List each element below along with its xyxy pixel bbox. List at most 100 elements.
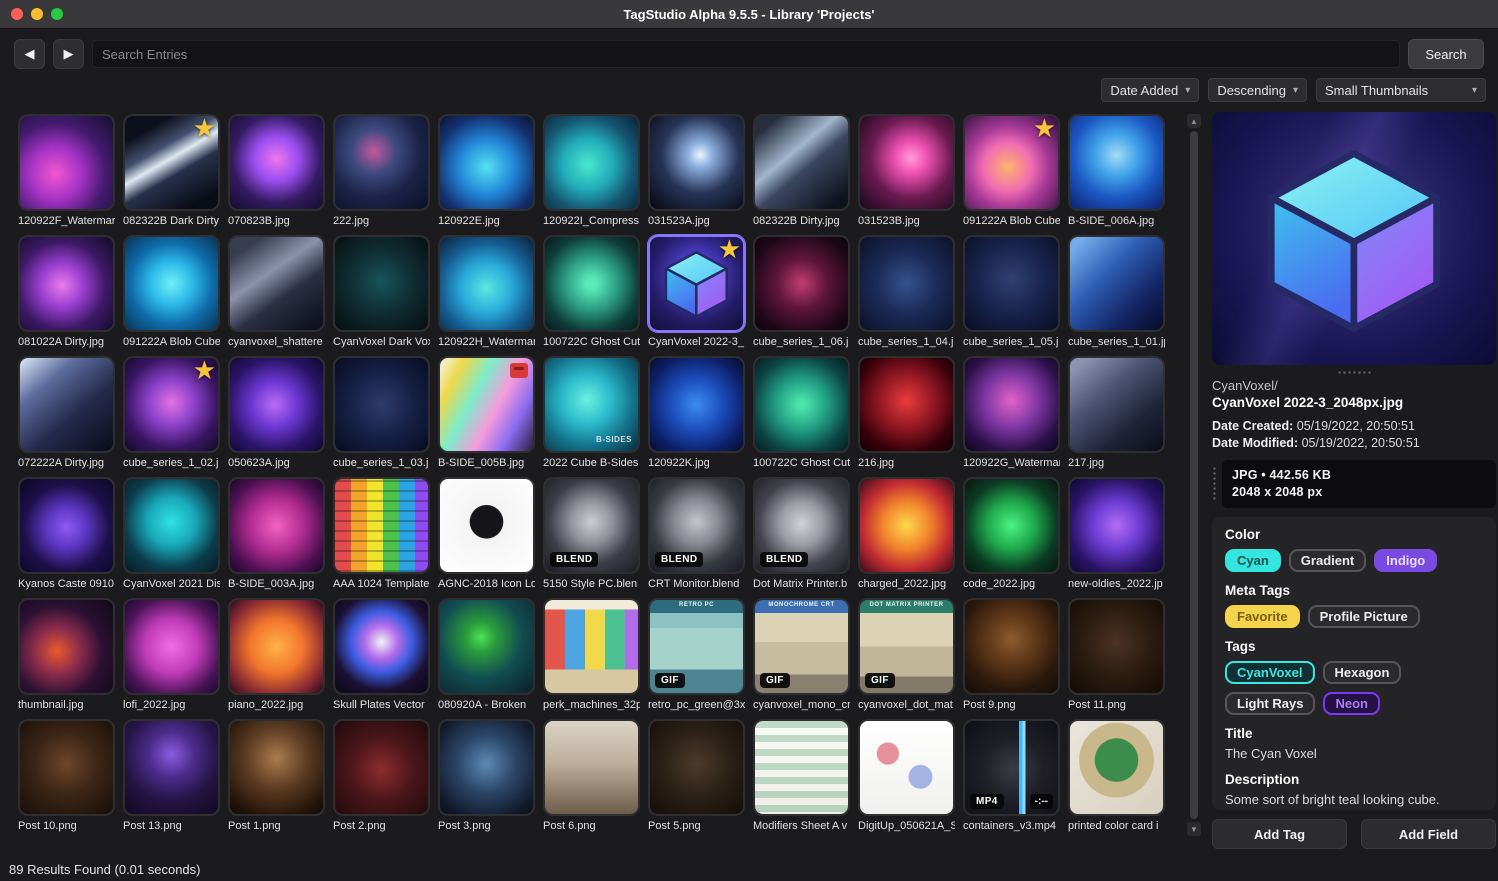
grid-item[interactable]: 120922F_Watermarl: [18, 114, 115, 229]
tag-chip[interactable]: Light Rays: [1225, 692, 1315, 715]
grid-item[interactable]: ★ CyanVoxel 2022-3_: [648, 235, 745, 350]
grid-item[interactable]: DigitUp_050621A_S: [858, 719, 955, 834]
thumbnail-image[interactable]: [543, 114, 640, 211]
thumbnail-image[interactable]: [543, 719, 640, 816]
grid-item[interactable]: BLEND CRT Monitor.blend: [648, 477, 745, 592]
grid-item[interactable]: 091222A Blob Cube: [123, 235, 220, 350]
sort-field-dropdown[interactable]: Date Added ▾: [1101, 78, 1199, 102]
tag-chip[interactable]: CyanVoxel: [1225, 661, 1315, 684]
grid-item[interactable]: BLEND Dot Matrix Printer.b: [753, 477, 850, 592]
thumbnail-image[interactable]: [963, 356, 1060, 453]
grid-item[interactable]: 050623A.jpg: [228, 356, 325, 471]
add-field-button[interactable]: Add Field: [1361, 819, 1496, 849]
tag-chip[interactable]: Hexagon: [1323, 661, 1402, 684]
grid-item[interactable]: Post 10.png: [18, 719, 115, 834]
thumbnail-image[interactable]: [18, 719, 115, 816]
thumbnail-image[interactable]: [963, 235, 1060, 332]
thumbnail-image[interactable]: [438, 719, 535, 816]
grid-item[interactable]: Modifiers Sheet A v: [753, 719, 850, 834]
scroll-down-button[interactable]: ▼: [1187, 822, 1201, 836]
grid-item[interactable]: charged_2022.jpg: [858, 477, 955, 592]
thumbnail-image[interactable]: [123, 598, 220, 695]
thumbnail-image[interactable]: [438, 114, 535, 211]
grid-item[interactable]: RETRO PC GIF retro_pc_green@3x: [648, 598, 745, 713]
thumbnail-image[interactable]: [228, 477, 325, 574]
grid-item[interactable]: DOT MATRIX PRINTER GIF cyanvoxel_dot_mat: [858, 598, 955, 713]
thumbnail-image[interactable]: [1068, 477, 1165, 574]
thumbnail-image[interactable]: MP4 -:--: [963, 719, 1060, 816]
grid-item[interactable]: Skull Plates Vector: [333, 598, 430, 713]
thumbnail-image[interactable]: BLEND: [648, 477, 745, 574]
thumbnail-image[interactable]: [1068, 719, 1165, 816]
thumbnail-image[interactable]: BLEND: [543, 477, 640, 574]
grid-item[interactable]: 120922I_Compress: [543, 114, 640, 229]
thumbnail-image[interactable]: [753, 235, 850, 332]
grid-item[interactable]: Post 6.png: [543, 719, 640, 834]
thumbnail-image[interactable]: B-SIDES: [543, 356, 640, 453]
thumbnail-image[interactable]: [18, 477, 115, 574]
grid-item[interactable]: ★ cube_series_1_02.j: [123, 356, 220, 471]
grid-item[interactable]: B-SIDE_006A.jpg: [1068, 114, 1165, 229]
thumbnail-image[interactable]: BLEND: [753, 477, 850, 574]
thumbnail-image[interactable]: [1068, 356, 1165, 453]
grid-item[interactable]: ★ 082322B Dark Dirty: [123, 114, 220, 229]
thumbnail-image[interactable]: [1068, 114, 1165, 211]
tag-chip[interactable]: Gradient: [1289, 549, 1366, 572]
thumbnail-image[interactable]: ★: [648, 235, 745, 332]
grid-item[interactable]: Post 5.png: [648, 719, 745, 834]
scrollbar-thumb[interactable]: [1190, 131, 1198, 819]
thumbnail-image[interactable]: ★: [963, 114, 1060, 211]
thumbnail-image[interactable]: [1068, 235, 1165, 332]
thumbnail-image[interactable]: [858, 114, 955, 211]
thumbnail-image[interactable]: [228, 235, 325, 332]
forward-button[interactable]: ▶: [53, 39, 84, 69]
grid-item[interactable]: lofi_2022.jpg: [123, 598, 220, 713]
thumbnail-image[interactable]: [543, 598, 640, 695]
grid-item[interactable]: MP4 -:-- containers_v3.mp4: [963, 719, 1060, 834]
thumbnail-image[interactable]: [18, 235, 115, 332]
grid-item[interactable]: 082322B Dirty.jpg: [753, 114, 850, 229]
grid-item[interactable]: cyanvoxel_shattere: [228, 235, 325, 350]
thumbnail-image[interactable]: [228, 356, 325, 453]
thumbnail-image[interactable]: [1068, 598, 1165, 695]
grid-item[interactable]: AGNC-2018 Icon Lo: [438, 477, 535, 592]
thumbnail-image[interactable]: [333, 356, 430, 453]
grid-item[interactable]: MONOCHROME CRT GIF cyanvoxel_mono_cr: [753, 598, 850, 713]
thumbnail-image[interactable]: MONOCHROME CRT GIF: [753, 598, 850, 695]
traffic-light[interactable]: [31, 8, 43, 20]
grid-item[interactable]: B-SIDES 2022 Cube B-Sides: [543, 356, 640, 471]
thumbnail-image[interactable]: [333, 477, 430, 574]
thumbnail-image[interactable]: ★: [123, 114, 220, 211]
thumbnail-image[interactable]: [123, 719, 220, 816]
grid-item[interactable]: cube_series_1_01.jp: [1068, 235, 1165, 350]
thumbnail-image[interactable]: [543, 235, 640, 332]
thumbnail-image[interactable]: [333, 719, 430, 816]
grid-item[interactable]: piano_2022.jpg: [228, 598, 325, 713]
grid-item[interactable]: printed color card i: [1068, 719, 1165, 834]
thumbnail-image[interactable]: [333, 598, 430, 695]
tag-chip[interactable]: Cyan: [1225, 549, 1281, 572]
thumbnail-image[interactable]: [438, 598, 535, 695]
grid-item[interactable]: cube_series_1_03.j: [333, 356, 430, 471]
thumbnail-image[interactable]: [228, 598, 325, 695]
grid-item[interactable]: 120922H_Watermar: [438, 235, 535, 350]
grid-item[interactable]: Post 1.png: [228, 719, 325, 834]
grid-item[interactable]: Post 3.png: [438, 719, 535, 834]
thumbnail-size-dropdown[interactable]: Small Thumbnails ▾: [1316, 78, 1486, 102]
grid-item[interactable]: 072222A Dirty.jpg: [18, 356, 115, 471]
thumbnail-image[interactable]: [648, 356, 745, 453]
thumbnail-image[interactable]: [648, 114, 745, 211]
thumbnail-image[interactable]: [228, 114, 325, 211]
tag-chip[interactable]: Neon: [1323, 692, 1380, 715]
thumbnail-image[interactable]: [648, 719, 745, 816]
thumbnail-image[interactable]: [753, 719, 850, 816]
grid-item[interactable]: code_2022.jpg: [963, 477, 1060, 592]
grid-item[interactable]: BLEND 5150 Style PC.blen: [543, 477, 640, 592]
grid-item[interactable]: 120922E.jpg: [438, 114, 535, 229]
grid-item[interactable]: 100722C Ghost Cut: [753, 356, 850, 471]
grid-item[interactable]: perk_machines_32p: [543, 598, 640, 713]
grid-item[interactable]: Kyanos Caste 0910: [18, 477, 115, 592]
grid-item[interactable]: cube_series_1_06.j: [753, 235, 850, 350]
tag-chip[interactable]: Profile Picture: [1308, 605, 1420, 628]
thumbnail-image[interactable]: [753, 114, 850, 211]
